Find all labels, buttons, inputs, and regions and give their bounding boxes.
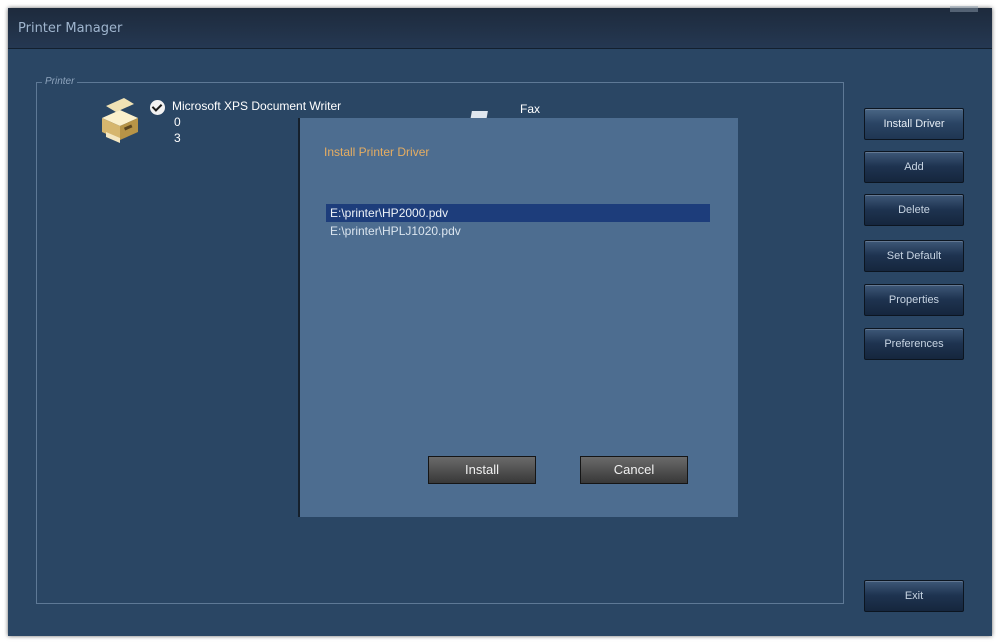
cancel-button[interactable]: Cancel xyxy=(580,456,688,484)
list-item[interactable]: E:\printer\HPLJ1020.pdv xyxy=(326,222,710,240)
title-bar: Printer Manager xyxy=(8,6,992,49)
printer-jobs: 0 xyxy=(174,115,181,129)
delete-button[interactable]: Delete xyxy=(864,194,964,226)
window-title: Printer Manager xyxy=(18,21,123,36)
install-driver-button[interactable]: Install Driver xyxy=(864,108,964,140)
window-control-icon[interactable] xyxy=(950,6,978,12)
set-default-button[interactable]: Set Default xyxy=(864,240,964,272)
exit-button[interactable]: Exit xyxy=(864,580,964,612)
properties-button[interactable]: Properties xyxy=(864,284,964,316)
default-check-icon xyxy=(150,100,165,115)
preferences-button[interactable]: Preferences xyxy=(864,328,964,360)
printer-group-label: Printer xyxy=(42,76,78,87)
list-item[interactable]: E:\printer\HP2000.pdv xyxy=(326,204,710,222)
printer-icon xyxy=(102,98,138,143)
install-button[interactable]: Install xyxy=(428,456,536,484)
add-button[interactable]: Add xyxy=(864,151,964,183)
printer-status: 3 xyxy=(174,131,181,145)
driver-list[interactable]: E:\printer\HP2000.pdv E:\printer\HPLJ102… xyxy=(326,196,710,436)
install-driver-dialog: Install Printer Driver E:\printer\HP2000… xyxy=(298,118,738,517)
dialog-title: Install Printer Driver xyxy=(324,145,430,159)
printer-name: Microsoft XPS Document Writer xyxy=(172,99,342,113)
printer-item-fax[interactable]: Fax xyxy=(520,102,540,116)
